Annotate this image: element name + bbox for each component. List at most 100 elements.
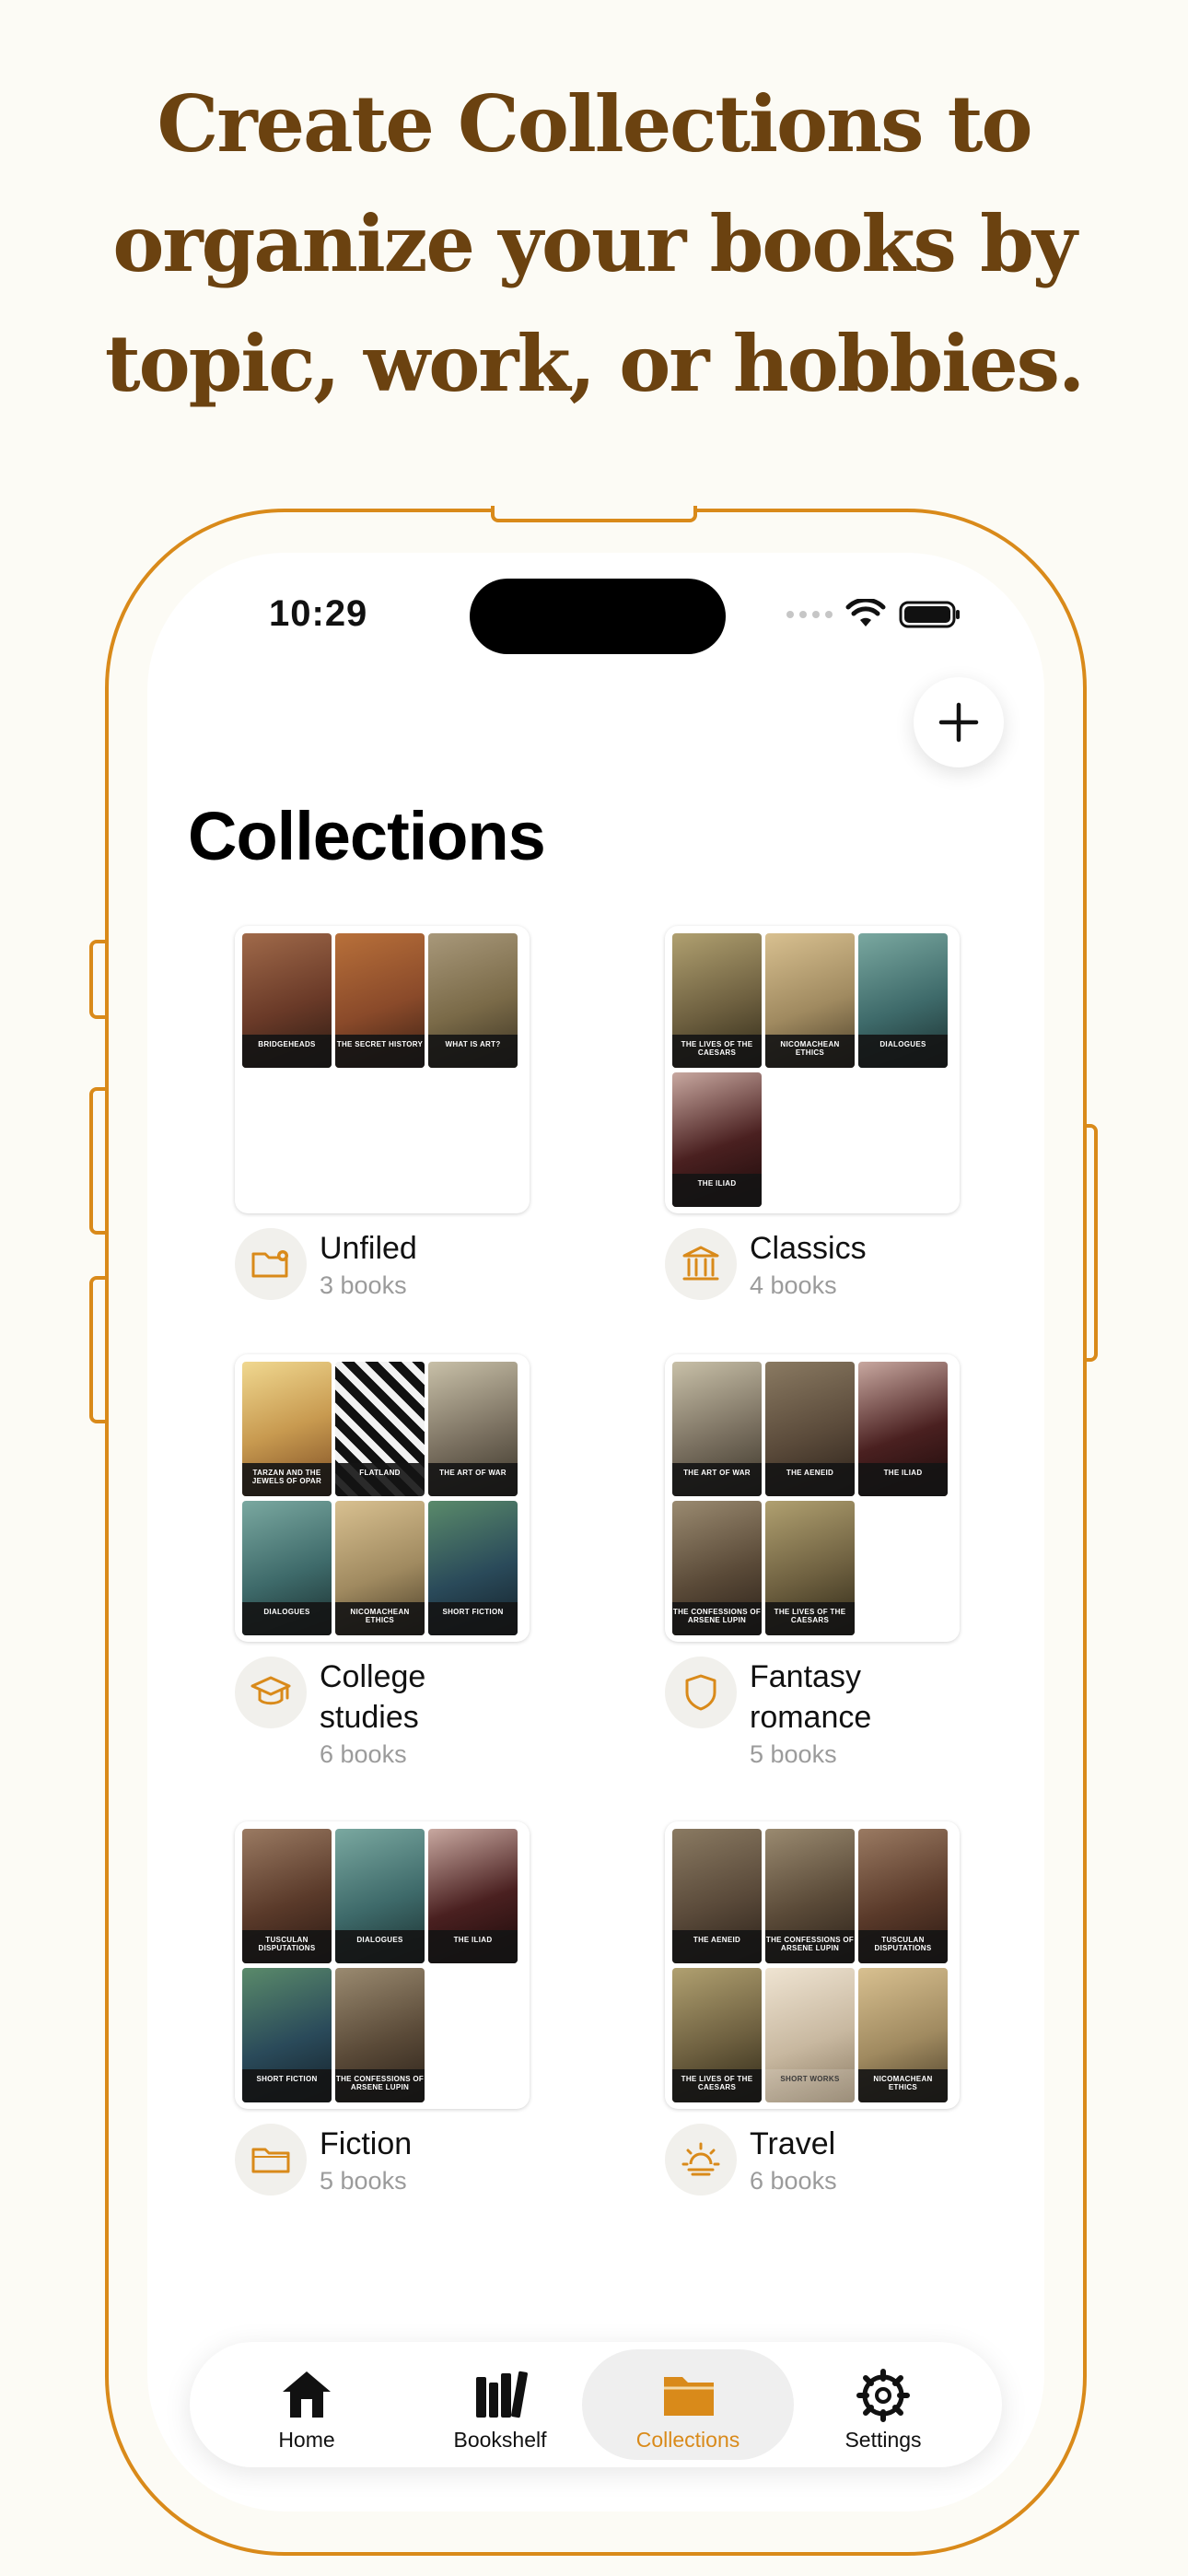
book-cover: THE CONFESSIONS OF ARSENE LUPIN — [672, 1501, 762, 1635]
phone-action-button — [89, 940, 109, 1019]
collection-count: 3 books — [320, 1271, 407, 1299]
tab-label: Settings — [844, 2428, 922, 2452]
collection-cover-grid: TARZAN AND THE JEWELS OF OPAR FLATLAND T… — [235, 1354, 530, 1642]
book-cover: NICOMACHEAN ETHICS — [335, 1501, 425, 1635]
book-title: THE CONFESSIONS OF ARSENE LUPIN — [335, 2069, 425, 2102]
collection-cover-grid: THE AENEID THE CONFESSIONS OF ARSENE LUP… — [665, 1821, 960, 2109]
collection-count: 4 books — [750, 1271, 837, 1299]
collection-card[interactable]: BRIDGEHEADS THE SECRET HISTORY WHAT IS A… — [147, 926, 543, 1329]
book-title: DIALOGUES — [335, 1930, 425, 1963]
page-title: Collections — [188, 798, 546, 874]
book-title: THE CONFESSIONS OF ARSENE LUPIN — [672, 1602, 762, 1635]
book-cover: THE SECRET HISTORY — [335, 933, 425, 1068]
book-cover: FLATLAND — [335, 1362, 425, 1496]
collection-cover-grid: TUSCULAN DISPUTATIONS DIALOGUES THE ILIA… — [235, 1821, 530, 2109]
book-cover: THE LIVES OF THE CAESARS — [672, 933, 762, 1068]
gear-icon — [856, 2369, 910, 2422]
app-screen: 10:29 Collections BRIDGEHEADS THE SECRET… — [147, 553, 1044, 2512]
graduation-cap-icon — [235, 1657, 307, 1728]
book-cover: SHORT WORKS — [765, 1968, 855, 2102]
book-title: TUSCULAN DISPUTATIONS — [858, 1930, 948, 1963]
book-cover: TARZAN AND THE JEWELS OF OPAR — [242, 1362, 332, 1496]
book-title: TUSCULAN DISPUTATIONS — [242, 1930, 332, 1963]
collection-count: 6 books — [750, 2167, 837, 2195]
add-collection-button[interactable] — [914, 677, 1004, 767]
book-title: THE ILIAD — [858, 1463, 948, 1496]
folder-icon — [235, 2124, 307, 2195]
book-title: SHORT FICTION — [428, 1602, 518, 1635]
book-title: DIALOGUES — [858, 1035, 948, 1068]
folder-gear-icon — [235, 1228, 307, 1300]
book-cover: DIALOGUES — [242, 1501, 332, 1635]
book-title: SHORT FICTION — [242, 2069, 332, 2102]
headline-line-2: organize your books by — [112, 198, 1077, 289]
book-title: THE AENEID — [672, 1930, 762, 1963]
phone-volume-down-button — [89, 1276, 109, 1423]
home-icon — [283, 2371, 331, 2418]
book-cover: THE CONFESSIONS OF ARSENE LUPIN — [335, 1968, 425, 2102]
tab-label: Home — [278, 2428, 335, 2452]
phone-power-button — [1083, 1124, 1098, 1362]
book-title: FLATLAND — [335, 1463, 425, 1496]
book-cover: THE LIVES OF THE CAESARS — [765, 1501, 855, 1635]
phone-volume-up-button — [89, 1087, 109, 1235]
collection-card[interactable]: THE ART OF WAR THE AENEID THE ILIAD THE … — [577, 1354, 973, 1768]
bookshelf-icon — [476, 2371, 528, 2418]
book-title: BRIDGEHEADS — [242, 1035, 332, 1068]
book-title: THE ART OF WAR — [428, 1463, 518, 1496]
book-cover: NICOMACHEAN ETHICS — [765, 933, 855, 1068]
collection-count: 5 books — [320, 2167, 407, 2195]
book-cover: TUSCULAN DISPUTATIONS — [242, 1829, 332, 1963]
book-cover: THE AENEID — [765, 1362, 855, 1496]
book-cover: THE ART OF WAR — [672, 1362, 762, 1496]
book-title: THE ILIAD — [428, 1930, 518, 1963]
tab-label: Bookshelf — [453, 2428, 547, 2452]
collection-count: 5 books — [750, 1740, 837, 1768]
collection-card[interactable]: TUSCULAN DISPUTATIONS DIALOGUES THE ILIA… — [147, 1821, 543, 2225]
collection-name: Fantasy romance — [750, 1659, 872, 1735]
book-cover: TUSCULAN DISPUTATIONS — [858, 1829, 948, 1963]
folder-icon — [664, 2377, 714, 2416]
collection-cover-grid: THE ART OF WAR THE AENEID THE ILIAD THE … — [665, 1354, 960, 1642]
collection-name: Unfiled — [320, 1231, 417, 1266]
wifi-icon — [845, 599, 886, 626]
book-title: DIALOGUES — [242, 1602, 332, 1635]
book-cover: SHORT FICTION — [242, 1968, 332, 2102]
book-cover: BRIDGEHEADS — [242, 933, 332, 1068]
book-title: WHAT IS ART? — [428, 1035, 518, 1068]
collection-name: Fiction — [320, 2126, 413, 2161]
book-title: SHORT WORKS — [765, 2069, 855, 2102]
book-cover: SHORT FICTION — [428, 1501, 518, 1635]
book-title: NICOMACHEAN ETHICS — [335, 1602, 425, 1635]
headline-line-3: topic, work, or hobbies. — [104, 318, 1085, 409]
sun-icon — [665, 2124, 737, 2195]
book-cover: DIALOGUES — [335, 1829, 425, 1963]
book-cover: THE AENEID — [672, 1829, 762, 1963]
book-cover: DIALOGUES — [858, 933, 948, 1068]
book-title: NICOMACHEAN ETHICS — [858, 2069, 948, 2102]
book-cover: NICOMACHEAN ETHICS — [858, 1968, 948, 2102]
book-title: THE LIVES OF THE CAESARS — [672, 1035, 762, 1068]
book-title: THE CONFESSIONS OF ARSENE LUPIN — [765, 1930, 855, 1963]
tab-collections[interactable]: Collections — [582, 2349, 794, 2460]
book-title: THE ILIAD — [672, 1174, 762, 1207]
phone-top-notch — [491, 506, 697, 522]
dynamic-island — [470, 579, 726, 654]
headline: Create Collections to organize your book… — [0, 64, 1188, 424]
tab-bookshelf[interactable]: Bookshelf — [394, 2349, 606, 2460]
tab-home[interactable]: Home — [201, 2349, 413, 2460]
book-title: THE LIVES OF THE CAESARS — [765, 1602, 855, 1635]
status-time: 10:29 — [269, 593, 368, 634]
collection-name: Travel — [750, 2126, 836, 2161]
status-icons — [786, 599, 961, 630]
tab-settings[interactable]: Settings — [777, 2349, 989, 2460]
columns-icon — [665, 1228, 737, 1300]
book-title: THE LIVES OF THE CAESARS — [672, 2069, 762, 2102]
collection-card[interactable]: THE LIVES OF THE CAESARS NICOMACHEAN ETH… — [577, 926, 973, 1329]
book-cover: THE ILIAD — [428, 1829, 518, 1963]
collection-card[interactable]: THE AENEID THE CONFESSIONS OF ARSENE LUP… — [577, 1821, 973, 2225]
plus-icon — [938, 702, 979, 743]
book-cover: THE ILIAD — [672, 1072, 762, 1207]
collection-card[interactable]: TARZAN AND THE JEWELS OF OPAR FLATLAND T… — [147, 1354, 543, 1768]
headline-line-1: Create Collections to — [157, 78, 1033, 170]
